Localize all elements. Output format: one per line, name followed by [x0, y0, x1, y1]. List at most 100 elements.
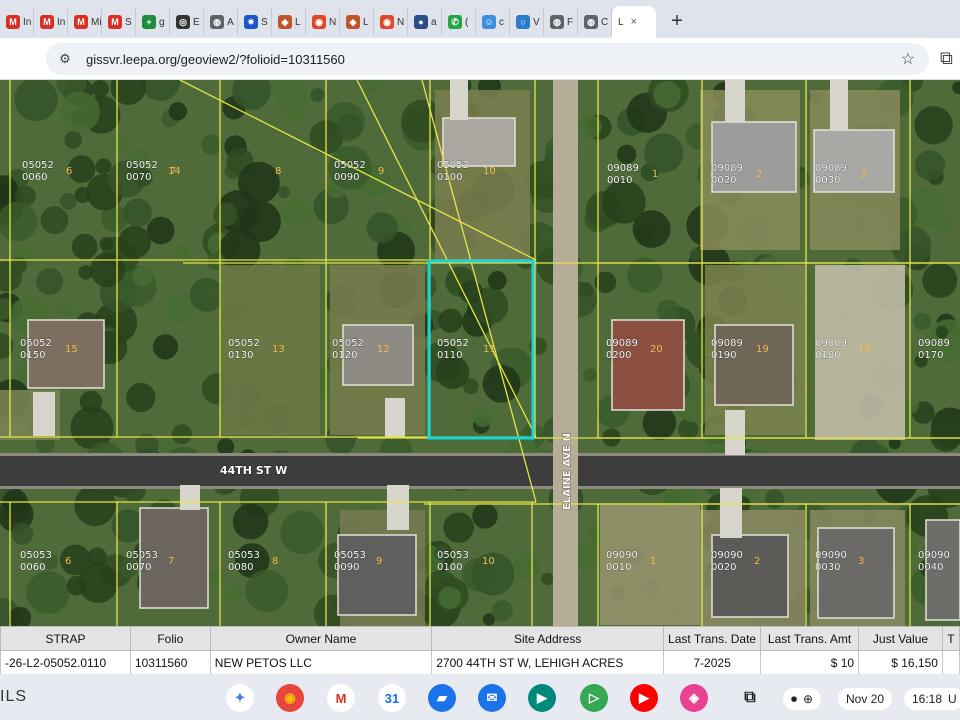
browser-tab[interactable]: ○ V [510, 8, 544, 36]
column-header[interactable]: Just Value [858, 626, 943, 651]
driveway [385, 398, 405, 438]
tree-canopy [513, 552, 540, 580]
tree-canopy [582, 368, 597, 382]
parcel-lot-number: 14 [168, 166, 181, 177]
calendar-icon[interactable]: 31 [378, 684, 406, 712]
browser-tab[interactable]: ● a [408, 8, 442, 36]
browser-tab[interactable]: ◍ F [544, 8, 578, 36]
tree-canopy [217, 438, 235, 456]
play-store-icon[interactable]: ▷ [580, 684, 608, 712]
gemini-icon[interactable]: ✦ [226, 684, 254, 712]
tree-canopy [438, 586, 461, 610]
tab-label: S [125, 16, 132, 28]
add-icon[interactable]: ⊕ [803, 692, 813, 706]
browser-tab[interactable]: ◎ E [170, 8, 204, 36]
parcel-strap-label: 05052 [20, 338, 52, 349]
table-cell: NEW PETOS LLC [209, 650, 433, 674]
red-circle-icon: ◉ [312, 15, 326, 29]
close-tab-icon[interactable]: × [631, 16, 637, 28]
column-header[interactable]: Site Address [431, 626, 665, 651]
driveway [387, 485, 409, 530]
browser-tab[interactable]: ◍ A [204, 8, 238, 36]
date-pill[interactable]: Nov 20 [838, 688, 893, 710]
parcel-lot-number: 9 [376, 556, 382, 567]
table-cell: 7-2025 [663, 650, 762, 674]
parcel-strap-label: 05052 [22, 160, 54, 171]
parcel-map[interactable]: 05052 0060 6 05052 0070 7 8 05052 0090 9 05052 0100… [0, 80, 960, 626]
parcel-strap-label: 09090 [918, 550, 950, 561]
parcel-strap-label: 05052 [126, 160, 158, 171]
browser-tab[interactable]: MS [102, 8, 136, 36]
browser-tab[interactable]: ◍ C [578, 8, 612, 36]
tree-canopy [225, 585, 243, 603]
browser-tab[interactable]: ◆ L [272, 8, 306, 36]
gmail-icon[interactable]: M [327, 684, 355, 712]
red-circle-icon: ◉ [380, 15, 394, 29]
parcel-lot-number: 12 [377, 344, 390, 355]
tree-canopy [11, 522, 34, 545]
browser-tab[interactable]: + g [136, 8, 170, 36]
tree-canopy [201, 134, 222, 156]
browser-tab[interactable]: ✆( [442, 8, 476, 36]
record-icon[interactable]: ⏺ [791, 692, 797, 707]
parcel-sub-label: 0020 [711, 175, 736, 186]
tray-actions[interactable]: ⏺ ⊕ [783, 688, 822, 710]
browser-tab-active[interactable]: L × [612, 6, 656, 38]
browser-tab[interactable]: ◉ N [306, 8, 340, 36]
chrome-icon[interactable]: ◉ [276, 684, 304, 712]
browser-tab[interactable]: ✷ S [238, 8, 272, 36]
tree-canopy [689, 248, 703, 262]
omnibox[interactable]: ⚙ gissvr.leepa.org/geoview2/?folioid=103… [46, 43, 929, 75]
status-tray[interactable]: 16:18 U [904, 688, 960, 710]
meet-icon[interactable]: ▶ [528, 684, 556, 712]
table-row[interactable]: -26-L2-05052.0110 10311560 NEW PETOS LLC 27… [0, 650, 960, 674]
tree-canopy [103, 315, 116, 328]
overview-icon[interactable]: ⧉ [736, 684, 764, 712]
youtube-icon[interactable]: ▶ [630, 684, 658, 712]
parcel-lot-number: 15 [65, 344, 78, 355]
browser-tab[interactable]: M In [34, 8, 68, 36]
column-header[interactable]: STRAP [0, 626, 131, 651]
browser-tab[interactable]: M Mi [68, 8, 102, 36]
parcel-sub-label: 0060 [22, 172, 47, 183]
globe-icon: ◍ [550, 15, 564, 29]
tree-canopy [132, 266, 153, 287]
extensions-icon[interactable]: ⧉ [940, 48, 953, 69]
parcel-sub-label: 0010 [606, 562, 631, 573]
table-cell: $ 10 [760, 650, 860, 674]
app-icon[interactable]: ◈ [680, 684, 708, 712]
column-header[interactable]: Folio [129, 626, 211, 651]
parcel-strap-label: 09089 [711, 338, 743, 349]
ring-icon: ○ [516, 15, 530, 29]
column-header[interactable]: Owner Name [209, 626, 433, 651]
road-elaine-ave-n[interactable] [553, 80, 578, 626]
tree-canopy [913, 312, 931, 331]
new-tab-button[interactable]: + [662, 6, 692, 36]
driveway [450, 80, 468, 120]
table-cell: 10311560 [129, 650, 211, 674]
gear-icon: ✷ [244, 15, 258, 29]
table-header-row: STRAP Folio Owner Name Site Address Last Tra… [0, 626, 960, 651]
tab-label: A [227, 16, 234, 28]
parcel-sub-label: 0020 [711, 562, 736, 573]
browser-tab[interactable]: ☺ c [476, 8, 510, 36]
table-cell: 2700 44TH ST W, LEHIGH ACRES [431, 650, 665, 674]
column-header[interactable]: T [941, 626, 960, 651]
browser-tab[interactable]: ◆ L [340, 8, 374, 36]
parcel-strap-label: 09089 [815, 338, 847, 349]
gmail-icon: M [40, 15, 54, 29]
column-header[interactable]: Last Trans. Amt [760, 626, 860, 651]
time-text: 16:18 [912, 692, 943, 706]
browser-tab[interactable]: ◉ N [374, 8, 408, 36]
messages-icon[interactable]: ✉ [478, 684, 506, 712]
road-44th-st-w[interactable] [0, 456, 960, 486]
tab-label: L [295, 16, 301, 28]
parcel-sub-label: 0040 [918, 562, 943, 573]
files-icon[interactable]: ▰ [428, 684, 456, 712]
bookmark-star-icon[interactable]: ☆ [901, 49, 915, 69]
map-canvas[interactable]: 05052006060505200707 80505200909050520100… [0, 80, 960, 626]
site-settings-icon[interactable]: ⚙ [56, 50, 74, 68]
browser-tab[interactable]: M In [0, 8, 34, 36]
column-header[interactable]: Last Trans. Date [663, 626, 762, 651]
url-text[interactable]: gissvr.leepa.org/geoview2/?folioid=10311… [86, 52, 345, 67]
